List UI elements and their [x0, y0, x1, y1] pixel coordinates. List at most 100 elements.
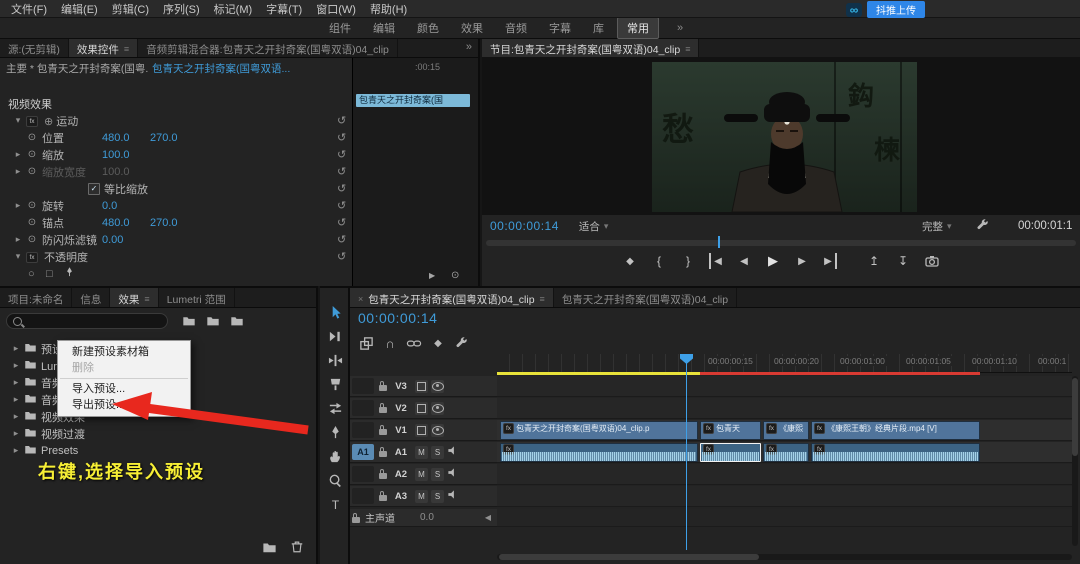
keyframe-nav-icon[interactable]: ◀ — [485, 513, 491, 522]
tab-effects[interactable]: 效果 ≡ — [110, 288, 159, 307]
yuv-effects-bin-icon[interactable] — [230, 314, 244, 330]
panel-menu-icon[interactable]: ≡ — [144, 294, 149, 304]
master-gain-value[interactable]: 0.0 — [420, 512, 434, 523]
source-patch-a3[interactable] — [352, 488, 374, 504]
toggle-track-output-icon[interactable] — [431, 423, 444, 437]
step-forward-button[interactable]: ▶ — [794, 253, 810, 269]
anchor-x-value[interactable]: 480.0 — [102, 217, 130, 229]
32bit-effects-bin-icon[interactable] — [206, 314, 220, 330]
effects-search-box[interactable] — [6, 313, 168, 329]
solo-button[interactable]: S — [431, 467, 444, 481]
clip-v1-3[interactable]: fx 《康熙 — [763, 421, 809, 440]
panel-menu-icon[interactable]: ≡ — [685, 44, 690, 54]
upload-button[interactable]: 抖推上传 — [867, 1, 925, 18]
playhead-line[interactable] — [686, 354, 687, 550]
chevron-right-icon[interactable]: ▸ — [12, 149, 24, 160]
chevron-right-icon[interactable]: ▸ — [10, 428, 22, 439]
add-marker-icon[interactable]: ◆ — [430, 335, 446, 351]
program-playhead[interactable] — [718, 236, 720, 248]
tab-program-monitor[interactable]: 节目:包青天之开封奇案(国粤双语)04_clip ≡ — [482, 38, 700, 57]
chevron-right-icon[interactable]: ▸ — [10, 411, 22, 422]
anchor-y-value[interactable]: 270.0 — [150, 217, 178, 229]
tree-item-video-transitions[interactable]: ▸ 视频过渡 — [0, 425, 306, 442]
audio-clip-a1-4[interactable]: fx — [811, 443, 980, 462]
lock-icon[interactable] — [379, 425, 387, 435]
timeline-timecode[interactable]: 00:00:00:14 — [358, 310, 437, 326]
play-audio-icon[interactable]: ▶ — [429, 271, 435, 280]
tab-sequence-active[interactable]: × 包青天之开封奇案(国粤双语)04_clip ≡ — [350, 288, 554, 307]
source-patch-v2[interactable] — [352, 400, 374, 416]
tab-project[interactable]: 项目:未命名 — [0, 288, 73, 307]
nest-insert-icon[interactable] — [358, 335, 374, 351]
tab-lumetri-scopes[interactable]: Lumetri 范围 — [159, 288, 235, 307]
reset-icon[interactable]: ↺ — [337, 131, 346, 144]
tab-source-monitor[interactable]: 源:(无剪辑) — [0, 38, 69, 57]
reset-icon[interactable]: ↺ — [337, 199, 346, 212]
timeline-settings-wrench-icon[interactable] — [454, 335, 470, 351]
antiflicker-value[interactable]: 0.00 — [102, 234, 123, 246]
menu-marker[interactable]: 标记(M) — [207, 0, 260, 18]
chevron-right-icon[interactable]: ▸ — [10, 377, 22, 388]
clip-v1-4[interactable]: fx 《康熙王朝》经典片段.mp4 [V] — [811, 421, 980, 440]
workspace-effects[interactable]: 效果 — [452, 18, 492, 38]
reset-icon[interactable]: ↺ — [337, 216, 346, 229]
ecp-group-motion[interactable]: ▾ fx ⊕ 运动 ↺ — [0, 112, 352, 129]
tab-info[interactable]: 信息 — [72, 288, 111, 307]
workspace-overflow-icon[interactable]: » — [677, 22, 683, 34]
accelerated-effects-bin-icon[interactable] — [182, 314, 196, 330]
stopwatch-icon[interactable]: ⊙ — [26, 132, 38, 143]
timeline-horizontal-scrollbar[interactable] — [497, 554, 1072, 560]
reset-icon[interactable]: ↺ — [337, 233, 346, 246]
position-x-value[interactable]: 480.0 — [102, 132, 130, 144]
audio-clip-a1-3[interactable]: fx — [763, 443, 809, 462]
track-select-forward-tool[interactable] — [327, 328, 343, 344]
program-scrubber[interactable] — [486, 240, 1076, 246]
tab-audio-clip-mixer[interactable]: 音频剪辑混合器:包青天之开封奇案(国粤双语)04_clip — [138, 38, 398, 57]
chevron-right-icon[interactable]: ▸ — [10, 394, 22, 405]
effects-search-input[interactable] — [27, 314, 151, 328]
playback-resolution-dropdown[interactable]: 完整 ▾ — [922, 219, 952, 234]
context-menu-import-presets[interactable]: 导入预设... — [58, 381, 190, 397]
rect-mask-icon[interactable]: □ — [46, 268, 53, 280]
linked-selection-icon[interactable] — [406, 335, 422, 351]
audio-clip-a1-2-selected[interactable]: fx — [700, 443, 761, 462]
pen-tool[interactable] — [327, 424, 343, 440]
export-frame-button[interactable] — [924, 253, 940, 269]
lock-icon[interactable] — [379, 447, 387, 457]
lock-icon[interactable] — [379, 403, 387, 413]
solo-button[interactable]: S — [431, 445, 444, 459]
menu-help[interactable]: 帮助(H) — [363, 0, 414, 18]
chevron-down-icon[interactable]: ▾ — [12, 115, 24, 126]
menu-window[interactable]: 窗口(W) — [309, 0, 363, 18]
tab-overflow-icon[interactable]: » — [460, 38, 478, 57]
menu-file[interactable]: 文件(F) — [4, 0, 54, 18]
menu-sequence[interactable]: 序列(S) — [156, 0, 207, 18]
tree-item-user-presets[interactable]: ▸ Presets — [0, 442, 306, 459]
panel-menu-icon[interactable]: ≡ — [540, 294, 545, 304]
selection-tool[interactable] — [327, 304, 343, 320]
chevron-down-icon[interactable]: ▾ — [12, 251, 24, 262]
workspace-libraries[interactable]: 库 — [584, 18, 613, 38]
tab-effect-controls[interactable]: 效果控件 ≡ — [68, 38, 139, 57]
new-bin-icon[interactable] — [262, 540, 277, 557]
mark-in-button[interactable]: { — [651, 253, 667, 269]
workspace-assembly[interactable]: 组件 — [320, 18, 360, 38]
hand-tool[interactable] — [327, 448, 343, 464]
mute-button[interactable]: M — [415, 467, 428, 481]
reset-icon[interactable]: ↺ — [337, 148, 346, 161]
audio-clip-a1-1[interactable]: fx — [500, 443, 698, 462]
context-menu-export-presets[interactable]: 导出预设... — [58, 397, 190, 413]
solo-button[interactable]: S — [431, 489, 444, 503]
step-back-button[interactable]: ◀ — [736, 253, 752, 269]
lock-icon[interactable] — [379, 491, 387, 501]
add-marker-button[interactable]: ◆ — [622, 253, 638, 269]
lock-icon[interactable] — [379, 381, 387, 391]
clip-v1-1[interactable]: fx 包青天之开封奇案(国粤双语)04_clip.p — [500, 421, 698, 440]
zoom-tool[interactable] — [327, 472, 343, 488]
lock-icon[interactable] — [352, 512, 360, 523]
stopwatch-icon[interactable]: ⊙ — [26, 234, 38, 245]
ripple-edit-tool[interactable] — [327, 352, 343, 368]
chevron-right-icon[interactable]: ▸ — [12, 200, 24, 211]
ellipse-mask-icon[interactable]: ○ — [28, 268, 35, 280]
type-tool[interactable]: T — [327, 496, 343, 512]
